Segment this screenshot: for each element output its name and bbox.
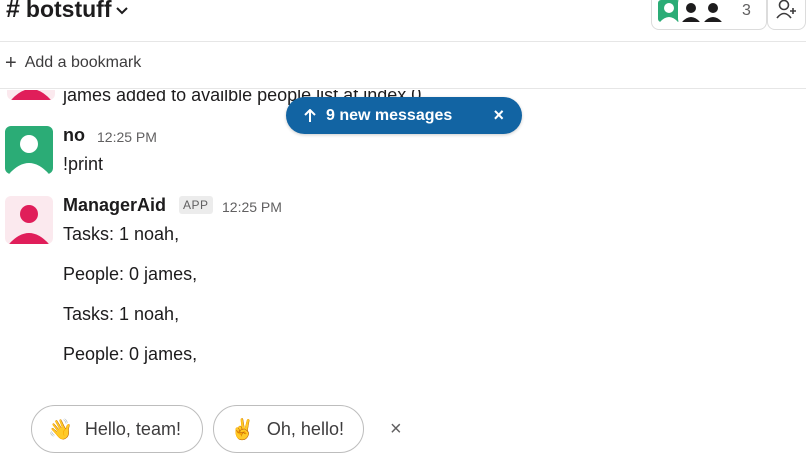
close-icon[interactable]: × (493, 105, 504, 126)
message-line: Tasks: 1 noah, (63, 304, 180, 324)
dismiss-suggestions-close-icon[interactable]: × (390, 418, 402, 441)
member-avatar-icon (700, 0, 726, 24)
avatar[interactable] (5, 196, 53, 244)
add-bookmark-button[interactable]: + Add a bookmark (5, 52, 142, 74)
wave-emoji-icon: 👋 (48, 418, 73, 441)
suggestion-chip-hello-team[interactable]: 👋 Hello, team! (31, 405, 203, 453)
message-author[interactable]: ManagerAid (63, 195, 166, 216)
avatar[interactable] (5, 126, 53, 174)
message-line: Tasks: 1 noah, (63, 224, 180, 244)
message-author[interactable]: no (63, 125, 85, 146)
avatar[interactable] (7, 90, 55, 100)
channel-title: botstuff (25, 0, 112, 22)
suggestion-chip-oh-hello[interactable]: ✌️ Oh, hello! (213, 405, 364, 453)
member-count: 3 (742, 2, 751, 19)
message-timestamp[interactable]: 12:25 PM (97, 129, 157, 145)
app-badge: APP (179, 196, 213, 214)
add-person-button[interactable] (767, 0, 806, 30)
new-messages-button[interactable]: 9 new messages × (286, 97, 522, 134)
arrow-up-icon (304, 108, 316, 123)
message-line: People: 0 james, (63, 264, 198, 284)
message-line: People: 0 james, (63, 344, 198, 364)
chip-label: Hello, team! (84, 418, 181, 439)
chevron-down-icon (116, 2, 129, 20)
members-button[interactable]: 3 (651, 0, 767, 30)
message-timestamp[interactable]: 12:25 PM (222, 199, 282, 215)
bookmark-bar: + Add a bookmark (0, 42, 806, 89)
plus-icon: + (5, 52, 17, 74)
new-messages-label: 9 new messages (326, 106, 453, 124)
chip-label: Oh, hello! (266, 418, 344, 439)
add-bookmark-label: Add a bookmark (24, 54, 142, 71)
add-person-icon (775, 0, 798, 24)
channel-header: # botstuff 3 (0, 0, 806, 42)
channel-name-button[interactable]: # botstuff (6, 0, 129, 24)
message-text: !print (63, 154, 104, 174)
victory-hand-emoji-icon: ✌️ (230, 418, 255, 441)
channel-hash: # (6, 0, 20, 23)
